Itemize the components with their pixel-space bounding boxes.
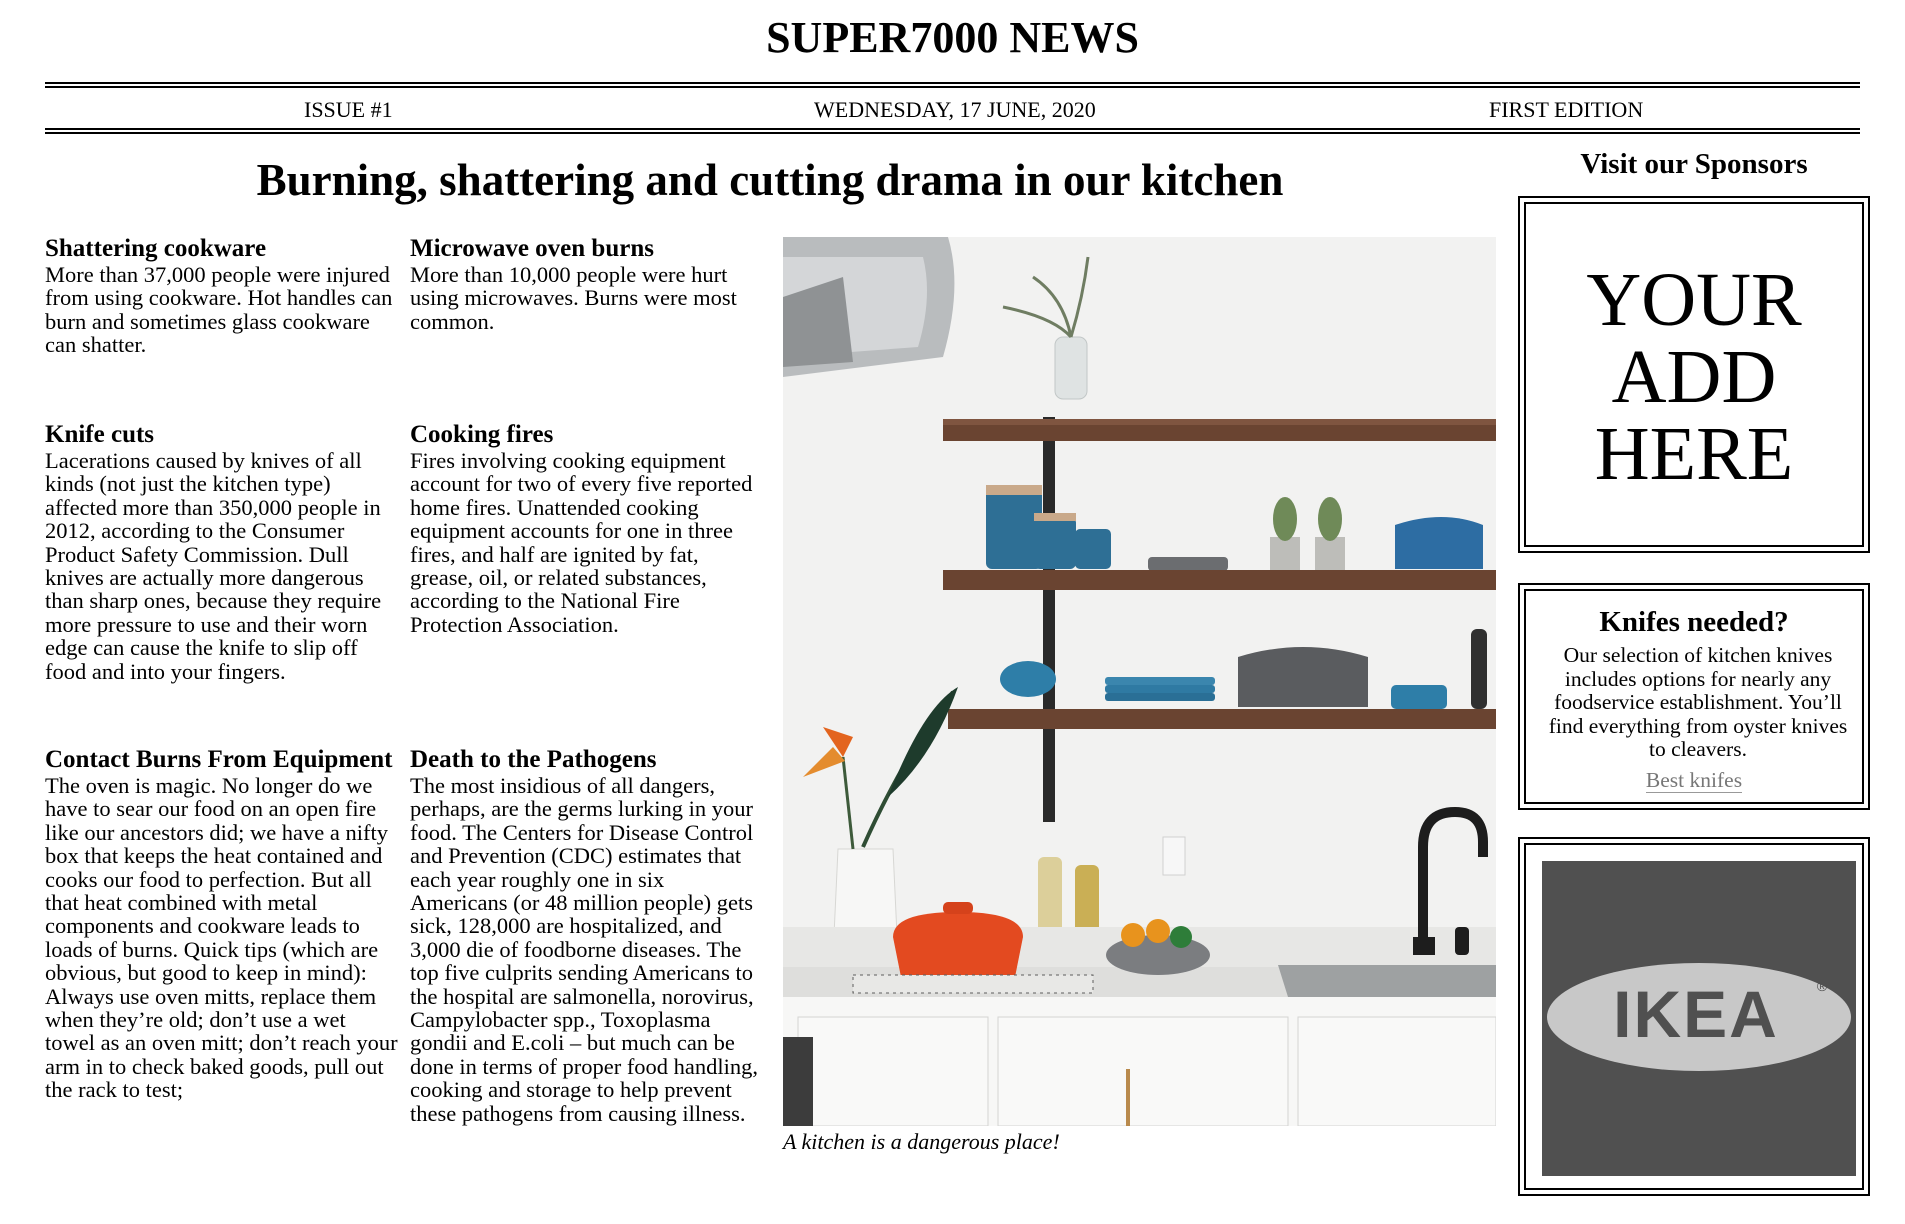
article-shattering-cookware: Shattering cookware More than 37,000 peo… xyxy=(45,235,395,357)
article-title: Death to the Pathogens xyxy=(410,746,657,773)
article-microwave-burns: Microwave oven burns More than 10,000 pe… xyxy=(410,235,760,333)
best-knifes-link[interactable]: Best knifes xyxy=(1645,768,1743,793)
knives-ad-body: Our selection of kitchen knives includes… xyxy=(1548,643,1848,761)
article-title: Shattering cookware xyxy=(45,235,267,262)
article-body: Fires involving cooking equipment accoun… xyxy=(410,448,753,637)
registered-mark: ® xyxy=(1817,978,1828,994)
kitchen-photo xyxy=(783,237,1496,1126)
issue-bar: ISSUE #1 WEDNESDAY, 17 JUNE, 2020 FIRST … xyxy=(45,82,1860,134)
best-knifes-link-wrap: Best knifes xyxy=(1526,768,1862,793)
issue-date: WEDNESDAY, 17 JUNE, 2020 xyxy=(814,97,1096,122)
article-body: The oven is magic. No longer do we have … xyxy=(45,773,398,1103)
ad-placeholder-box[interactable]: YOUR ADD HERE xyxy=(1518,196,1870,553)
article-body: More than 37,000 people were injured fro… xyxy=(45,262,393,358)
main-headline: Burning, shattering and cutting drama in… xyxy=(256,155,1284,205)
article-pathogens: Death to the Pathogens The most insidiou… xyxy=(410,746,760,1125)
article-cooking-fires: Cooking fires Fires involving cooking eq… xyxy=(410,421,760,636)
article-body: The most insidious of all dangers, perha… xyxy=(410,773,759,1126)
sponsors-title: Visit our Sponsors xyxy=(1580,148,1808,180)
knives-ad-box: Knifes needed? Our selection of kitchen … xyxy=(1518,583,1870,810)
newspaper-title: SUPER7000 NEWS xyxy=(766,13,1139,62)
knives-ad-title: Knifes needed? xyxy=(1599,606,1789,638)
photo-caption: A kitchen is a dangerous place! xyxy=(783,1129,1060,1154)
article-title: Contact Burns From Equipment xyxy=(45,746,393,773)
ad-placeholder-text: YOUR ADD HERE xyxy=(1586,258,1802,496)
article-body: Lacerations caused by knives of all kind… xyxy=(45,448,382,684)
issue-edition: FIRST EDITION xyxy=(1489,97,1644,122)
ikea-logo-text: IKEA xyxy=(1613,977,1779,1051)
issue-number: ISSUE #1 xyxy=(304,97,393,122)
article-body: More than 10,000 people were hurt using … xyxy=(410,262,737,334)
article-title: Cooking fires xyxy=(410,421,554,448)
article-contact-burns: Contact Burns From Equipment The oven is… xyxy=(45,746,400,1102)
article-title: Microwave oven burns xyxy=(410,235,654,262)
article-knife-cuts: Knife cuts Lacerations caused by knives … xyxy=(45,421,395,683)
ikea-logo[interactable]: IKEA ® xyxy=(1542,861,1856,1176)
ikea-sponsor-box[interactable]: IKEA ® xyxy=(1518,837,1870,1196)
article-title: Knife cuts xyxy=(45,421,155,448)
